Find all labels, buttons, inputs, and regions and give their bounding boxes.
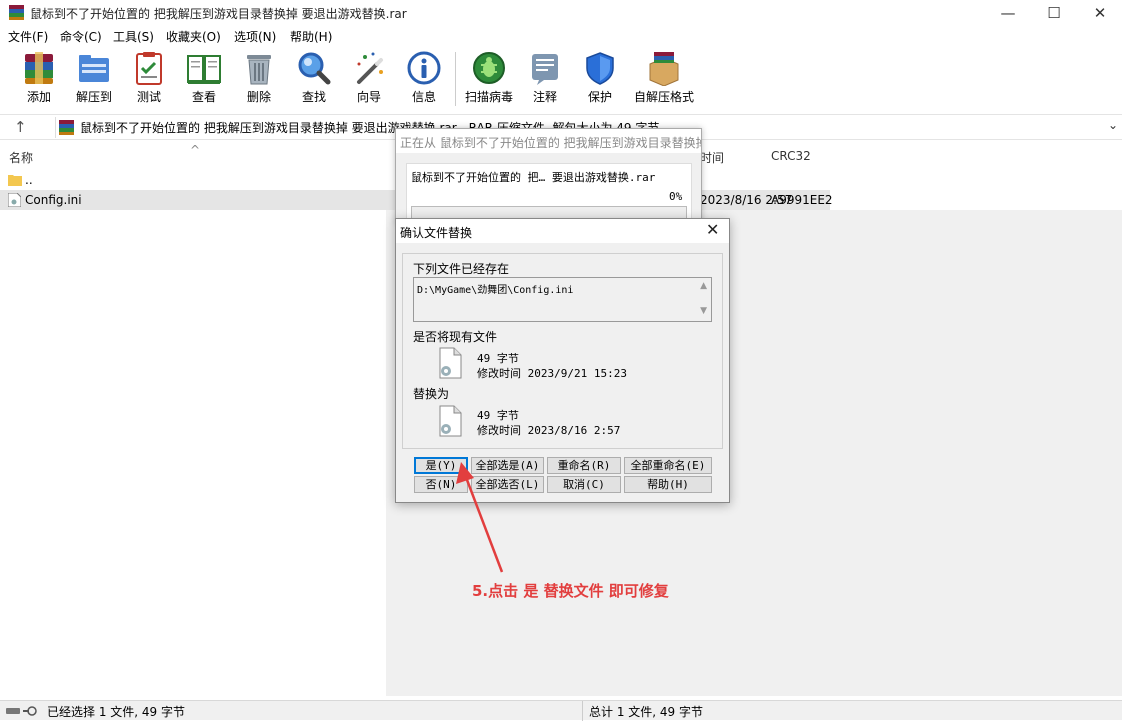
annotation-text: 5.点击 是 替换文件 即可修复: [472, 582, 669, 600]
menu-file[interactable]: 文件(F): [8, 28, 48, 45]
folder-extract-icon: [79, 55, 109, 82]
title-bar: 鼠标到不了开始位置的 把我解压到游戏目录替换掉 要退出游戏替换.rar — ☐ …: [0, 0, 1122, 26]
menu-options[interactable]: 选项(N): [234, 28, 276, 45]
bug-shield-icon: [473, 52, 505, 84]
comment-note-icon: [532, 54, 558, 85]
archive-icon: [59, 120, 74, 135]
new-file-icon: [439, 405, 462, 437]
chevron-down-icon[interactable]: ⌄: [1108, 118, 1118, 132]
window-title: 鼠标到不了开始位置的 把我解压到游戏目录替换掉 要退出游戏替换.rar: [30, 7, 407, 21]
view-button[interactable]: 查看: [176, 50, 232, 110]
scroll-down-icon[interactable]: ▼: [700, 306, 707, 316]
existing-file-size: 49 字节: [477, 352, 519, 365]
progress-file-name: 鼠标到不了开始位置的 把… 要退出游戏替换.rar: [411, 171, 656, 184]
add-label: 添加: [26, 90, 51, 104]
protect-label: 保护: [587, 90, 612, 104]
existing-path-box[interactable]: D:\MyGame\劲舞团\Config.ini ▲ ▼: [413, 277, 712, 322]
delete-label: 删除: [246, 90, 271, 104]
dialog-close-icon[interactable]: ✕: [706, 220, 719, 239]
comment-label: 注释: [532, 90, 557, 104]
minimize-button[interactable]: —: [985, 0, 1031, 26]
scan-virus-label: 扫描病毒: [464, 90, 513, 104]
existing-file-icon: [439, 347, 462, 379]
close-button[interactable]: ✕: [1077, 0, 1122, 26]
progress-percent: 0%: [669, 190, 683, 203]
delete-button[interactable]: 删除: [231, 50, 287, 110]
sfx-box-icon: [649, 52, 679, 86]
column-crc32[interactable]: CRC32: [771, 149, 811, 163]
column-name[interactable]: 名称: [9, 149, 33, 166]
comment-button[interactable]: 注释: [517, 50, 573, 110]
trash-icon: [247, 55, 271, 85]
status-total: 总计 1 文件, 49 字节: [589, 705, 703, 719]
menu-help[interactable]: 帮助(H): [290, 28, 332, 45]
dialog-title: 确认文件替换: [400, 226, 473, 240]
find-button[interactable]: 查找: [286, 50, 342, 110]
info-button[interactable]: 信息: [396, 50, 452, 110]
wizard-button[interactable]: 向导: [341, 50, 397, 110]
new-file-modified: 修改时间 2023/8/16 2:57: [477, 424, 621, 437]
scroll-up-icon[interactable]: ▲: [700, 281, 707, 291]
column-modified[interactable]: 时间: [700, 149, 724, 166]
add-archive-icon: [25, 52, 53, 84]
rename-button[interactable]: 重命名(R): [547, 457, 621, 474]
help-button[interactable]: 帮助(H): [624, 476, 712, 493]
maximize-button[interactable]: ☐: [1031, 0, 1077, 26]
annotation-arrow-icon: [456, 462, 504, 573]
question-label: 是否将现有文件: [413, 330, 498, 344]
view-label: 查看: [191, 90, 216, 104]
extract-to-label: 解压到: [75, 90, 112, 104]
test-label: 测试: [136, 90, 161, 104]
menu-bar: 文件(F) 命令(C) 工具(S) 收藏夹(O) 选项(N) 帮助(H): [0, 26, 1122, 46]
sort-ascending-icon: ^: [190, 143, 201, 157]
rename-all-button[interactable]: 全部重命名(E): [624, 457, 712, 474]
shield-icon: [586, 52, 614, 85]
toolbar-separator: [455, 52, 456, 106]
progress-dialog-title: 正在从 鼠标到不了开始位置的 把我解压到游戏目录替换掉 要退出游戏替换.rar …: [396, 129, 701, 153]
file-name: ..: [25, 173, 33, 187]
book-icon: [187, 55, 221, 84]
drive-key-icon[interactable]: [6, 705, 42, 717]
progress-panel: 鼠标到不了开始位置的 把… 要退出游戏替换.rar 0%: [406, 163, 692, 223]
magnifier-icon: [298, 52, 331, 85]
sfx-button[interactable]: 自解压格式: [632, 50, 696, 110]
scan-virus-button[interactable]: 扫描病毒: [461, 50, 517, 110]
find-label: 查找: [301, 90, 326, 104]
menu-favorites[interactable]: 收藏夹(O): [166, 28, 221, 45]
exists-label: 下列文件已经存在: [413, 262, 510, 276]
status-selected: 已经选择 1 文件, 49 字节: [47, 705, 185, 719]
existing-path: D:\MyGame\劲舞团\Config.ini: [417, 285, 574, 296]
file-crc32: A9991EE2: [771, 193, 833, 207]
winrar-app-icon: [9, 5, 24, 20]
clipboard-check-icon: [136, 52, 162, 85]
folder-icon: [8, 175, 22, 186]
add-button[interactable]: 添加: [11, 50, 67, 110]
replace-with-label: 替换为: [413, 387, 450, 401]
existing-file-modified: 修改时间 2023/9/21 15:23: [477, 367, 627, 380]
new-file-size: 49 字节: [477, 409, 519, 422]
up-arrow-icon[interactable]: ↑: [14, 118, 27, 136]
protect-button[interactable]: 保护: [572, 50, 628, 110]
status-divider: [582, 701, 583, 721]
status-bar: 已经选择 1 文件, 49 字节 总计 1 文件, 49 字节: [0, 700, 1122, 721]
extract-to-button[interactable]: 解压到: [66, 50, 122, 110]
menu-commands[interactable]: 命令(C): [60, 28, 102, 45]
file-name: Config.ini: [25, 193, 82, 207]
menu-tools[interactable]: 工具(S): [113, 28, 154, 45]
test-button[interactable]: 测试: [121, 50, 177, 110]
info-icon: [407, 51, 441, 85]
ini-file-icon: [8, 193, 21, 207]
sfx-label: 自解压格式: [633, 90, 694, 104]
cancel-button[interactable]: 取消(C): [547, 476, 621, 493]
magic-wand-icon: [357, 52, 383, 84]
dialog-title-bar: 确认文件替换 ✕: [396, 219, 729, 243]
toolbar: 添加 解压到 测试 查看 删除 查找 向导 信息 扫描病毒 注释 保护 自解压格…: [0, 46, 1122, 112]
wizard-label: 向导: [356, 90, 381, 104]
extract-progress-dialog: 正在从 鼠标到不了开始位置的 把我解压到游戏目录替换掉 要退出游戏替换.rar …: [395, 128, 702, 224]
info-label: 信息: [411, 90, 436, 104]
